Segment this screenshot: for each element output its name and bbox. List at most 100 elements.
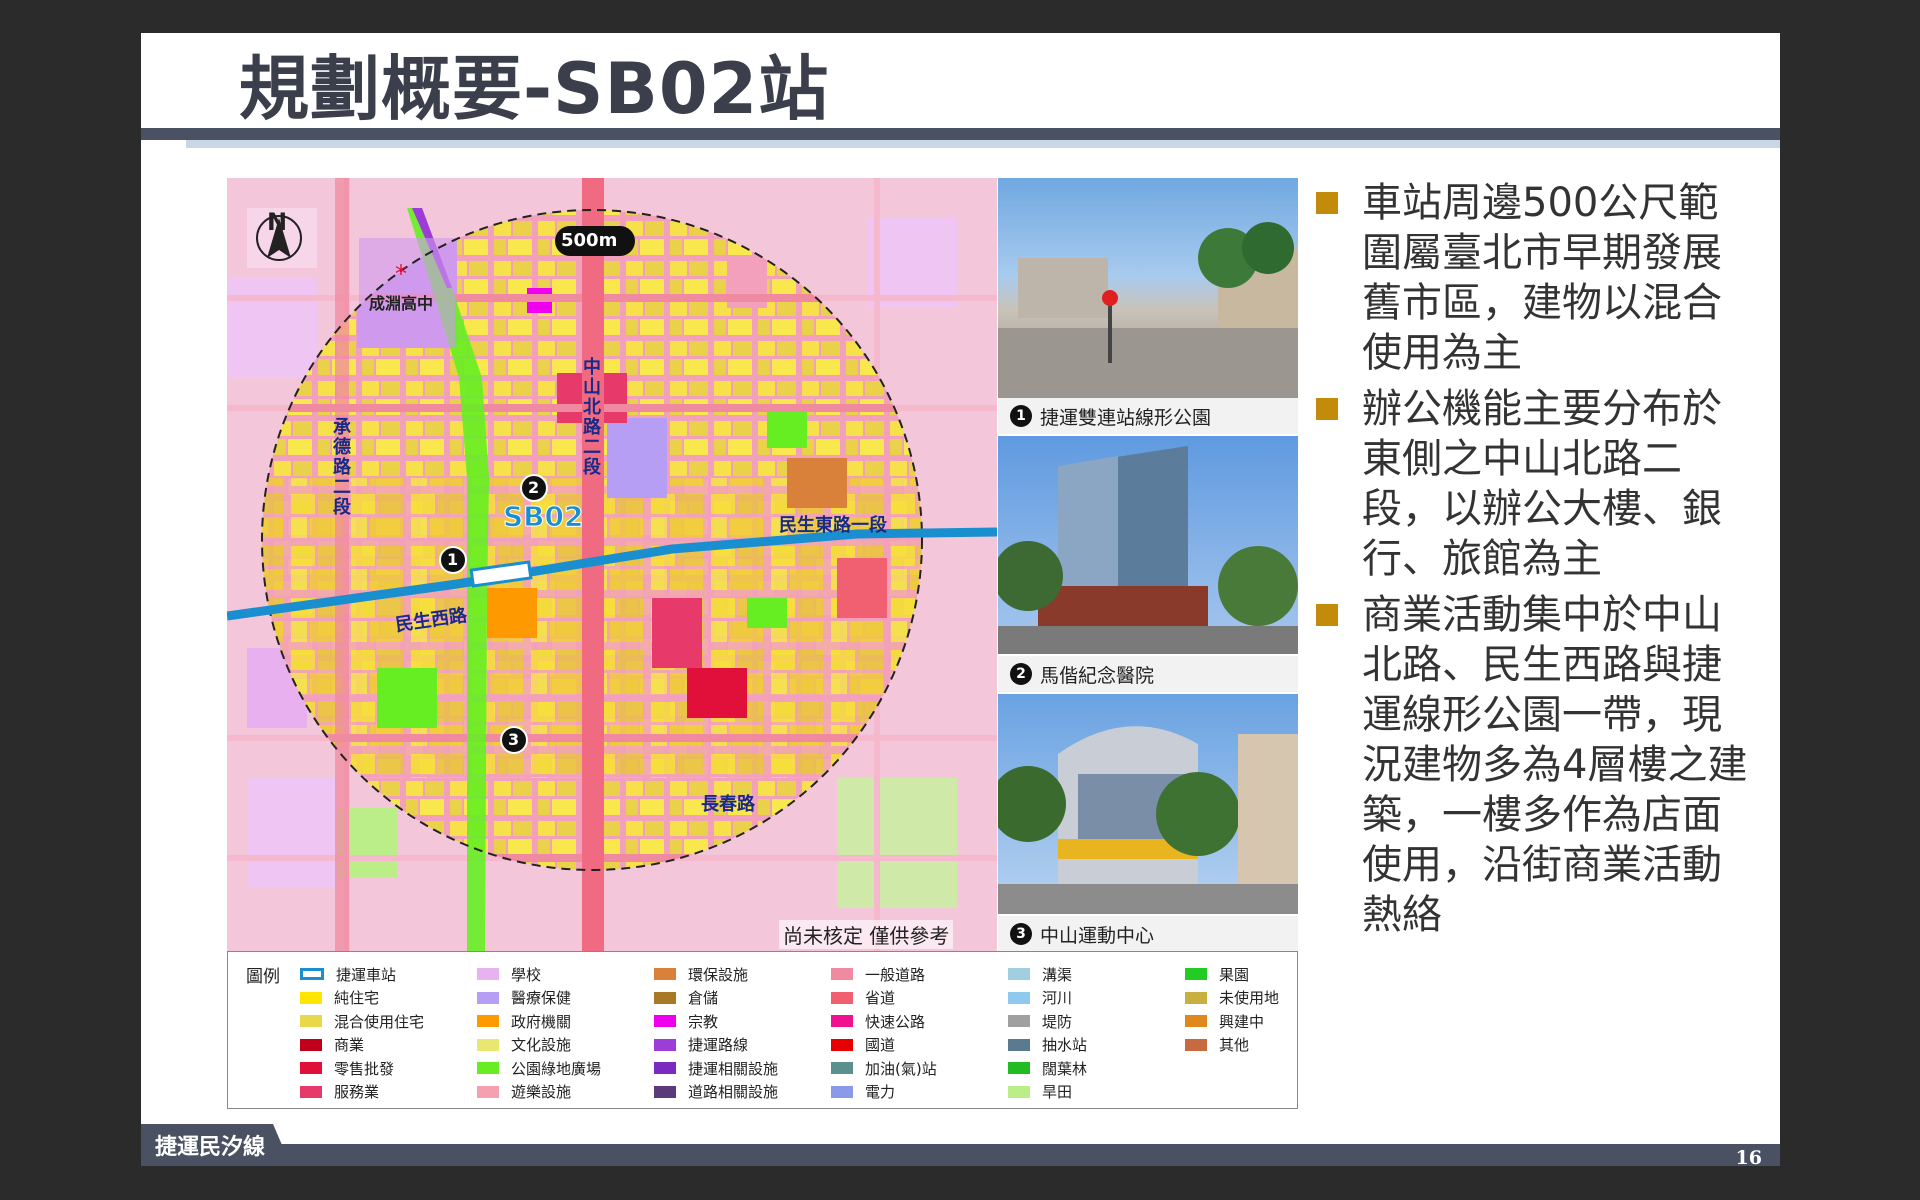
- station-label: SB02: [502, 500, 584, 534]
- legend-item: 純住宅: [300, 988, 379, 1008]
- map-marker-2: 2: [528, 478, 540, 497]
- legend-label: 政府機關: [511, 1012, 572, 1031]
- legend-item: 遊樂設施: [477, 1082, 571, 1102]
- legend-item: 捷運相關設施: [654, 1058, 778, 1078]
- legend-swatch: [1185, 991, 1207, 1004]
- legend-swatch: [654, 1085, 676, 1098]
- legend-item: 政府機關: [477, 1011, 571, 1031]
- legend-label: 捷運路線: [688, 1036, 749, 1054]
- legend-item: 道路相關設施: [654, 1082, 778, 1102]
- legend-swatch: [300, 968, 324, 980]
- photo-caption-1: 1 捷運雙連站線形公園: [998, 398, 1298, 434]
- photo-caption-text-2: 馬偕紀念醫院: [1040, 664, 1155, 687]
- footer-label: 捷運民汐線: [155, 1135, 266, 1160]
- legend-label: 環保設施: [688, 965, 749, 984]
- legend-item: 旱田: [1008, 1082, 1072, 1102]
- legend-swatch: [831, 968, 853, 980]
- title-underline-accent: [186, 140, 1780, 148]
- legend-label: 道路相關設施: [688, 1083, 779, 1101]
- legend-item: 電力: [831, 1082, 895, 1102]
- legend-label: 闊葉林: [1042, 1059, 1088, 1078]
- legend-label: 省道: [865, 989, 896, 1007]
- legend-swatch: [831, 1015, 853, 1027]
- school-label: 成淵高中: [369, 294, 434, 313]
- legend-item: 闊葉林: [1008, 1058, 1087, 1078]
- map-legend: 圖例 捷運車站 純住宅 混合使用住宅 商業 零售批發 服務業 學校 醫療保健 政府機關 文化設施公…: [227, 951, 1298, 1109]
- bullet-square-icon: [1316, 604, 1338, 626]
- legend-item: 捷運車站: [300, 964, 396, 984]
- legend-label: 溝渠: [1042, 965, 1073, 984]
- road-label-changchun: 長春路: [701, 794, 755, 815]
- legend-label: 旱田: [1042, 1083, 1073, 1101]
- photo-3[interactable]: [998, 694, 1298, 914]
- slide: 規劃概要-SB02站 * N 500m 成淵高中 SB02 承德路二段 中山北路…: [141, 33, 1780, 1166]
- land-use-map[interactable]: * N 500m 成淵高中 SB02 承德路二段 中山北路二段 民生西路 民生東…: [227, 178, 997, 953]
- map-disclaimer: 尚未核定 僅供參考: [779, 920, 954, 949]
- legend-label: 堤防: [1042, 1012, 1073, 1031]
- legend-label: 倉儲: [688, 989, 719, 1007]
- legend-item: 果園: [1185, 964, 1249, 984]
- legend-label: 混合使用住宅: [334, 1012, 425, 1031]
- bullet-text-2: 辦公機能主要分布於東側之中山北路二段，以辦公大樓、銀行、旅館為主: [1362, 386, 1722, 582]
- bullet-item: 商業活動集中於中山北路、民生西路與捷運線形公園一帶，現況建物多為4層樓之建築，一…: [1316, 590, 1756, 940]
- legend-item: 醫療保健: [477, 988, 571, 1008]
- bullet-square-icon: [1316, 398, 1338, 420]
- legend-swatch: [654, 1062, 676, 1074]
- map-marker-3: 3: [508, 730, 520, 749]
- legend-swatch: [1185, 1015, 1207, 1027]
- photo-2[interactable]: [998, 436, 1298, 654]
- legend-label: 遊樂設施: [511, 1083, 572, 1101]
- legend-swatch: [300, 1062, 322, 1074]
- legend-item: 公園綠地廣場: [477, 1058, 601, 1078]
- legend-item: 混合使用住宅: [300, 1011, 424, 1031]
- legend-item: 倉儲: [654, 988, 718, 1008]
- photo-caption-text-3: 中山運動中心: [1040, 924, 1155, 947]
- legend-swatch: [477, 968, 499, 980]
- legend-item: 加油(氣)站: [831, 1058, 937, 1078]
- photo-number-3: 3: [1010, 923, 1032, 945]
- photo-number-2: 2: [1010, 663, 1032, 685]
- legend-swatch: [831, 991, 853, 1004]
- legend-label: 加油(氣)站: [865, 1059, 937, 1078]
- legend-label: 零售批發: [334, 1059, 395, 1078]
- legend-item: 捷運路線: [654, 1035, 748, 1055]
- legend-item: 學校: [477, 964, 541, 984]
- legend-item: 環保設施: [654, 964, 748, 984]
- legend-swatch: [300, 1085, 322, 1098]
- photo-1[interactable]: [998, 178, 1298, 398]
- legend-label: 果園: [1219, 965, 1250, 984]
- legend-swatch: [654, 1015, 676, 1027]
- legend-label: 純住宅: [334, 989, 380, 1007]
- legend-label: 服務業: [334, 1083, 380, 1101]
- legend-label: 抽水站: [1042, 1036, 1088, 1054]
- legend-swatch: [1185, 1038, 1207, 1051]
- road-label-chengde: 承德路二段: [333, 417, 351, 518]
- bullet-text-1: 車站周邊500公尺範圍屬臺北市早期發展舊市區，建物以混合使用為主: [1362, 180, 1722, 376]
- radius-label: 500m: [561, 230, 618, 251]
- road-label-minsheng-east: 民生東路一段: [779, 515, 887, 536]
- legend-label: 宗教: [688, 1012, 719, 1031]
- legend-swatch: [1008, 1015, 1030, 1027]
- legend-item: 未使用地: [1185, 988, 1279, 1008]
- photo-caption-3: 3 中山運動中心: [998, 916, 1298, 952]
- legend-swatch: [831, 1062, 853, 1074]
- legend-label: 河川: [1042, 989, 1073, 1007]
- bullet-text-3: 商業活動集中於中山北路、民生西路與捷運線形公園一帶，現況建物多為4層樓之建築，一…: [1362, 592, 1748, 938]
- legend-label: 學校: [511, 965, 542, 984]
- legend-item: 興建中: [1185, 1011, 1264, 1031]
- legend-label: 快速公路: [865, 1012, 926, 1031]
- title-underline: [141, 128, 1780, 140]
- bullet-item: 辦公機能主要分布於東側之中山北路二段，以辦公大樓、銀行、旅館為主: [1316, 384, 1756, 584]
- legend-item: 快速公路: [831, 1011, 925, 1031]
- legend-swatch: [477, 1085, 499, 1098]
- legend-swatch: [477, 1062, 499, 1074]
- legend-item: 文化設施: [477, 1035, 571, 1055]
- legend-item: 商業: [300, 1035, 364, 1055]
- legend-swatch: [1008, 1085, 1030, 1098]
- bullet-item: 車站周邊500公尺範圍屬臺北市早期發展舊市區，建物以混合使用為主: [1316, 178, 1756, 378]
- north-label: N: [267, 208, 288, 236]
- legend-swatch: [1008, 968, 1030, 980]
- slide-footer: 捷運民汐線 16: [141, 1120, 1780, 1166]
- legend-swatch: [831, 1085, 853, 1098]
- bullet-square-icon: [1316, 192, 1338, 214]
